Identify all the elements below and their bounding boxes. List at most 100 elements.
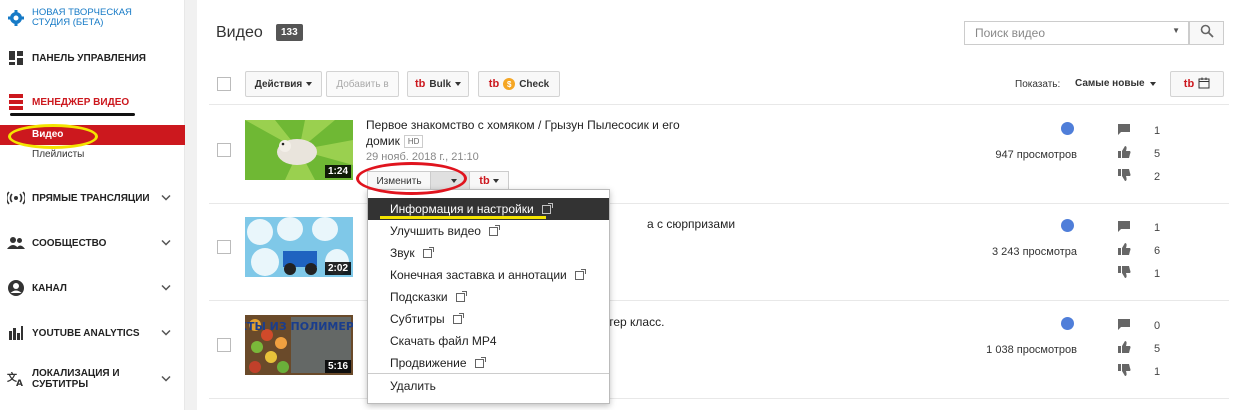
add-to-button[interactable]: Добавить в (326, 71, 399, 97)
video-duration: 1:24 (324, 165, 351, 178)
sidebar-item-analytics[interactable]: YOUTUBE ANALYTICS (0, 319, 185, 347)
video-thumbnail[interactable]: 1:24 (245, 120, 353, 180)
chevron-down-icon[interactable] (161, 374, 171, 385)
caret-down-icon[interactable]: ▼ (1172, 26, 1180, 35)
menu-item-label: Конечная заставка и аннотации (390, 268, 567, 282)
video-date: 29 нояб. 2018 г., 21:10 (366, 151, 479, 163)
video-duration: 5:16 (324, 360, 351, 373)
likes-count: 5 (1154, 343, 1161, 355)
divider (209, 300, 1229, 301)
menu-item-cards[interactable]: Подсказки (368, 286, 609, 308)
calendar-icon (1198, 77, 1210, 92)
menu-item-enhance[interactable]: Улучшить видео (368, 220, 609, 242)
tubebuddy-check-button[interactable]: tb $ Check (478, 71, 560, 97)
sidebar-item-label: КАНАЛ (32, 282, 67, 294)
menu-item-delete[interactable]: Удалить (368, 375, 609, 397)
sidebar: НОВАЯ ТВОРЧЕСКАЯ СТУДИЯ (БЕТА) ПАНЕЛЬ УП… (0, 0, 185, 410)
comments-count: 0 (1154, 320, 1161, 332)
sidebar-subitem-playlists[interactable]: Плейлисты (32, 149, 84, 160)
dislikes-count: 2 (1154, 171, 1161, 183)
page-title: Видео (216, 24, 263, 41)
chevron-down-icon[interactable] (161, 193, 171, 204)
tubebuddy-calendar-button[interactable]: tb (1170, 71, 1224, 97)
broadcast-icon (0, 191, 32, 205)
annotation-highlight-oval (8, 124, 98, 149)
video-duration: 2:02 (324, 262, 351, 275)
menu-item-label: Субтитры (390, 312, 445, 326)
menu-item-label: Улучшить видео (390, 224, 481, 238)
comment-icon (1118, 122, 1130, 140)
main-content: Видео 133 Поиск видео ▼ Действия Добавит… (197, 0, 1241, 410)
sidebar-item-label: НОВАЯ ТВОРЧЕСКАЯ СТУДИЯ (БЕТА) (32, 7, 132, 28)
sidebar-item-video-manager[interactable]: МЕНЕДЖЕР ВИДЕО (0, 88, 185, 116)
sidebar-item-community[interactable]: СООБЩЕСТВО (0, 229, 185, 257)
sidebar-item-label: ЛОКАЛИЗАЦИЯ И СУБТИТРЫ (32, 368, 120, 390)
video-views: 947 просмотров (995, 149, 1077, 161)
menu-item-end-screen[interactable]: Конечная заставка и аннотации (368, 264, 609, 286)
external-link-icon (452, 312, 464, 324)
video-title[interactable]: Первое знакомство с хомяком / Грызун Пыл… (366, 117, 706, 149)
comments-stat: 1 (1118, 122, 1160, 140)
select-all-checkbox[interactable] (217, 77, 231, 91)
video-title[interactable]: тер класс. (608, 314, 808, 330)
dashboard-icon (0, 50, 32, 66)
menu-item-download-mp4[interactable]: Скачать файл MP4 (368, 330, 609, 352)
search-input[interactable]: Поиск видео ▼ (964, 21, 1189, 45)
sidebar-item-channel[interactable]: КАНАЛ (0, 274, 185, 302)
menu-item-audio[interactable]: Звук (368, 242, 609, 264)
sidebar-item-label: СООБЩЕСТВО (32, 237, 107, 249)
menu-item-label: Скачать файл MP4 (390, 334, 497, 348)
external-link-icon (422, 246, 434, 258)
bulk-label: Bulk (429, 78, 452, 90)
sidebar-item-label: YOUTUBE ANALYTICS (32, 327, 140, 339)
tubebuddy-bulk-button[interactable]: tb Bulk (407, 71, 469, 97)
video-thumbnail[interactable]: 2:02 (245, 217, 353, 277)
dislikes-count: 1 (1154, 366, 1161, 378)
row-checkbox[interactable] (217, 338, 231, 352)
video-views: 1 038 просмотров (986, 344, 1077, 356)
likes-stat: 6 (1118, 242, 1160, 260)
tubebuddy-logo-icon: tb (488, 78, 500, 90)
sidebar-item-live[interactable]: ПРЯМЫЕ ТРАНСЛЯЦИИ (0, 184, 185, 212)
sort-dropdown[interactable]: Самые новые (1075, 78, 1156, 89)
thumbs-up-icon (1118, 145, 1131, 163)
sort-value: Самые новые (1075, 78, 1145, 89)
comments-stat: 0 (1118, 317, 1160, 335)
svg-text:A: A (16, 379, 23, 387)
sidebar-item-label: МЕНЕДЖЕР ВИДЕО (32, 96, 130, 108)
video-title-text: а с сюрпризами (647, 217, 736, 231)
public-globe-icon (1061, 219, 1074, 232)
translate-icon: 文A (0, 371, 32, 387)
sidebar-item-new-studio[interactable]: НОВАЯ ТВОРЧЕСКАЯ СТУДИЯ (БЕТА) (0, 2, 185, 34)
chevron-down-icon[interactable] (161, 328, 171, 339)
external-link-icon (474, 356, 486, 368)
chevron-down-icon[interactable] (161, 238, 171, 249)
search-placeholder: Поиск видео (975, 26, 1046, 40)
comment-icon (1118, 317, 1130, 335)
thumbs-down-icon (1118, 265, 1131, 283)
menu-item-label: Подсказки (390, 290, 448, 304)
sidebar-item-label: ПАНЕЛЬ УПРАВЛЕНИЯ (32, 52, 146, 64)
thumbs-down-icon (1118, 168, 1131, 186)
row-checkbox[interactable] (217, 240, 231, 254)
likes-count: 5 (1154, 148, 1161, 160)
row-checkbox[interactable] (217, 143, 231, 157)
video-manager-icon (0, 93, 32, 111)
video-thumbnail[interactable]: ФРУКТЫ ИЗ ПОЛИМЕРНОЙ ГЛИНЫ 5:16 (245, 315, 353, 375)
menu-item-subtitles[interactable]: Субтитры (368, 308, 609, 330)
video-title[interactable]: а с сюрпризами (647, 216, 847, 232)
sidebar-item-localization[interactable]: 文A ЛОКАЛИЗАЦИЯ И СУБТИТРЫ (0, 364, 185, 394)
thumbs-up-icon (1118, 340, 1131, 358)
actions-label: Действия (254, 78, 303, 90)
sidebar-item-label: ПРЯМЫЕ ТРАНСЛЯЦИИ (32, 192, 150, 204)
tubebuddy-row-menu[interactable]: tb (469, 171, 509, 191)
menu-item-promote[interactable]: Продвижение (368, 352, 609, 374)
hd-badge: HD (403, 135, 424, 149)
chevron-down-icon[interactable] (161, 283, 171, 294)
tubebuddy-logo-icon: tb (414, 78, 426, 90)
sidebar-item-dashboard[interactable]: ПАНЕЛЬ УПРАВЛЕНИЯ (0, 44, 185, 72)
comments-count: 1 (1154, 222, 1161, 234)
annotation-highlight-oval (356, 162, 467, 195)
search-button[interactable] (1189, 21, 1224, 45)
actions-button[interactable]: Действия (245, 71, 322, 97)
